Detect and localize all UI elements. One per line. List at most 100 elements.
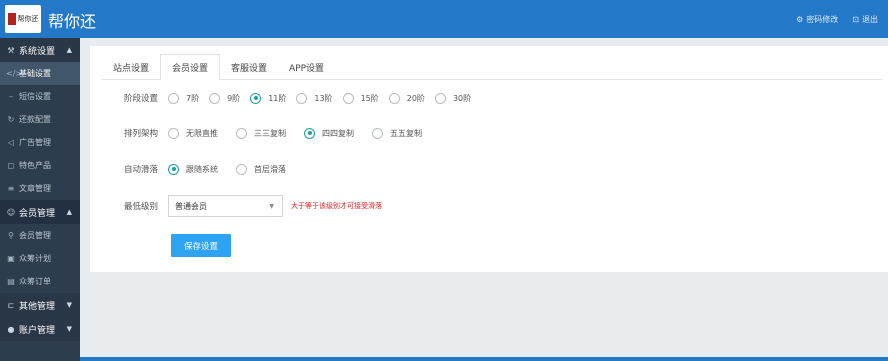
radio-button[interactable] bbox=[209, 92, 221, 104]
account-icon: ● bbox=[7, 324, 15, 334]
logout-icon: ⊡ bbox=[852, 14, 859, 24]
sidebar-item-crowdfunding-orders[interactable]: ▤ 众筹订单 bbox=[0, 270, 80, 293]
logo-text: 帮你还 bbox=[17, 15, 39, 23]
min-level-select[interactable]: 普通会员 ▼ bbox=[168, 195, 283, 217]
person-icon: ⚲ bbox=[8, 231, 14, 240]
stage-option[interactable]: 11阶 bbox=[250, 92, 287, 104]
radio-button[interactable] bbox=[236, 127, 247, 139]
megaphone-icon: ◁ bbox=[7, 138, 15, 147]
slide-option[interactable]: 首层滑落 bbox=[236, 163, 286, 175]
sidebar-group-members[interactable]: ☺ 会员管理 ▲ bbox=[0, 200, 80, 224]
sidebar-group-label: 系统设置 bbox=[19, 46, 56, 57]
radio-label: 30阶 bbox=[452, 93, 472, 103]
radio-button[interactable] bbox=[434, 92, 446, 104]
sidebar-item-basic-settings[interactable]: </> 基础设置 bbox=[0, 62, 80, 85]
sidebar-item-label: 短信设置 bbox=[19, 92, 51, 101]
radio-button[interactable] bbox=[388, 92, 400, 104]
radio-button[interactable] bbox=[168, 92, 179, 104]
min-level-row: 最低级别 普通会员 ▼ 大于等于该级别才可接受滑落 bbox=[90, 195, 382, 217]
sidebar-item-repayment-config[interactable]: ↻ 还款配置 bbox=[0, 108, 80, 131]
logo: 帮你还 bbox=[5, 5, 41, 33]
chevron-down-icon: ▼ bbox=[66, 325, 72, 333]
radio-label: 跟随系统 bbox=[186, 164, 218, 174]
radio-button-checked[interactable] bbox=[168, 163, 179, 175]
sidebar-item-ads[interactable]: ◁ 广告管理 bbox=[0, 131, 80, 154]
radio-label: 20阶 bbox=[406, 93, 425, 103]
minus-icon: – bbox=[9, 92, 13, 101]
slide-label: 自动滑落 bbox=[123, 165, 158, 175]
sidebar-item-articles[interactable]: ≡ 文章管理 bbox=[0, 177, 80, 200]
stage-option[interactable]: 15阶 bbox=[342, 92, 379, 104]
logout-link[interactable]: ⊡ 退出 bbox=[852, 14, 878, 25]
radio-button-checked[interactable] bbox=[304, 127, 315, 139]
radio-button-checked[interactable] bbox=[250, 92, 262, 104]
other-icon: ⊏ bbox=[7, 300, 15, 310]
logout-label: 退出 bbox=[862, 15, 878, 24]
sidebar: ⚒ 系统设置 ▲ </> 基础设置 – 短信设置 ↻ 还款配置 ◁ 广告管理 ◻… bbox=[0, 38, 80, 361]
sidebar-item-label: 众筹订单 bbox=[19, 277, 51, 286]
save-settings-button[interactable]: 保存设置 bbox=[171, 234, 231, 257]
sidebar-item-label: 会员管理 bbox=[19, 231, 51, 240]
sidebar-group-other[interactable]: ⊏ 其他管理 ▼ bbox=[0, 293, 80, 317]
tab-site-settings[interactable]: 站点设置 bbox=[102, 54, 160, 80]
stage-option[interactable]: 30阶 bbox=[434, 92, 472, 104]
chevron-down-icon: ▼ bbox=[269, 203, 274, 210]
radio-button[interactable] bbox=[372, 127, 383, 139]
radio-label: 7阶 bbox=[186, 93, 200, 103]
change-password-link[interactable]: ⚙ 密码修改 bbox=[796, 14, 838, 25]
key-icon: ⚙ bbox=[796, 14, 804, 24]
stage-option[interactable]: 7阶 bbox=[168, 92, 200, 104]
tab-service-settings[interactable]: 客服设置 bbox=[220, 54, 278, 80]
radio-label: 首层滑落 bbox=[254, 164, 286, 174]
radio-label: 三三复制 bbox=[254, 128, 286, 138]
settings-icon: ⚒ bbox=[7, 45, 15, 55]
chevron-up-icon: ▲ bbox=[66, 208, 72, 216]
sidebar-item-label: 众筹计划 bbox=[19, 254, 51, 263]
structure-option[interactable]: 五五复制 bbox=[372, 127, 422, 139]
chevron-up-icon: ▲ bbox=[66, 46, 72, 54]
sidebar-group-account[interactable]: ● 账户管理 ▼ bbox=[0, 317, 80, 341]
structure-option[interactable]: 无限直推 bbox=[168, 127, 218, 139]
radio-label: 四四复制 bbox=[322, 128, 354, 138]
structure-option[interactable]: 三三复制 bbox=[236, 127, 286, 139]
top-actions: ⚙ 密码修改 ⊡ 退出 bbox=[796, 14, 878, 25]
stage-option[interactable]: 13阶 bbox=[296, 92, 333, 104]
sidebar-item-sms-settings[interactable]: – 短信设置 bbox=[0, 85, 80, 108]
sidebar-item-crowdfunding-plan[interactable]: ▣ 众筹计划 bbox=[0, 247, 80, 270]
sidebar-group-system[interactable]: ⚒ 系统设置 ▲ bbox=[0, 38, 80, 62]
stage-option[interactable]: 20阶 bbox=[388, 92, 425, 104]
slide-option[interactable]: 跟随系统 bbox=[168, 163, 218, 175]
stage-option[interactable]: 9阶 bbox=[209, 92, 241, 104]
radio-label: 五五复制 bbox=[390, 128, 422, 138]
radio-button[interactable] bbox=[296, 92, 308, 104]
tab-app-settings[interactable]: APP设置 bbox=[278, 54, 335, 80]
change-password-label: 密码修改 bbox=[806, 15, 839, 24]
sidebar-item-label: 还款配置 bbox=[19, 115, 51, 124]
structure-row: 排列架构 无限直推 三三复制 四四复制 五五复制 bbox=[90, 127, 432, 139]
sidebar-group-label: 其他管理 bbox=[19, 301, 56, 312]
radio-button[interactable] bbox=[342, 92, 354, 104]
app-title: 帮你还 bbox=[48, 12, 97, 31]
structure-option[interactable]: 四四复制 bbox=[304, 127, 354, 139]
slide-row: 自动滑落 跟随系统 首层滑落 bbox=[90, 163, 296, 175]
min-level-value: 普通会员 bbox=[175, 201, 207, 211]
stage-label: 阶段设置 bbox=[123, 94, 158, 104]
min-level-label: 最低级别 bbox=[123, 202, 158, 212]
code-icon: </> bbox=[6, 69, 23, 78]
sidebar-item-label: 特色产品 bbox=[19, 161, 51, 170]
plan-icon: ▣ bbox=[7, 254, 15, 263]
sidebar-item-member-management[interactable]: ⚲ 会员管理 bbox=[0, 224, 80, 247]
sidebar-item-featured-products[interactable]: ◻ 特色产品 bbox=[0, 154, 80, 177]
radio-button[interactable] bbox=[168, 127, 179, 139]
radio-label: 11阶 bbox=[268, 93, 287, 103]
order-icon: ▤ bbox=[7, 277, 15, 286]
sidebar-item-label: 基础设置 bbox=[19, 69, 51, 78]
cube-icon: ◻ bbox=[7, 161, 15, 170]
radio-button[interactable] bbox=[236, 163, 247, 175]
tab-member-settings[interactable]: 会员设置 bbox=[160, 54, 221, 81]
bottom-bar bbox=[80, 357, 888, 361]
stage-row: 阶段设置 7阶 9阶 11阶 13阶 15阶 20阶 30阶 bbox=[90, 92, 481, 104]
radio-label: 无限直推 bbox=[186, 128, 218, 138]
radio-label: 9阶 bbox=[227, 93, 241, 103]
top-bar: 帮你还 帮你还 ⚙ 密码修改 ⊡ 退出 bbox=[0, 0, 888, 38]
